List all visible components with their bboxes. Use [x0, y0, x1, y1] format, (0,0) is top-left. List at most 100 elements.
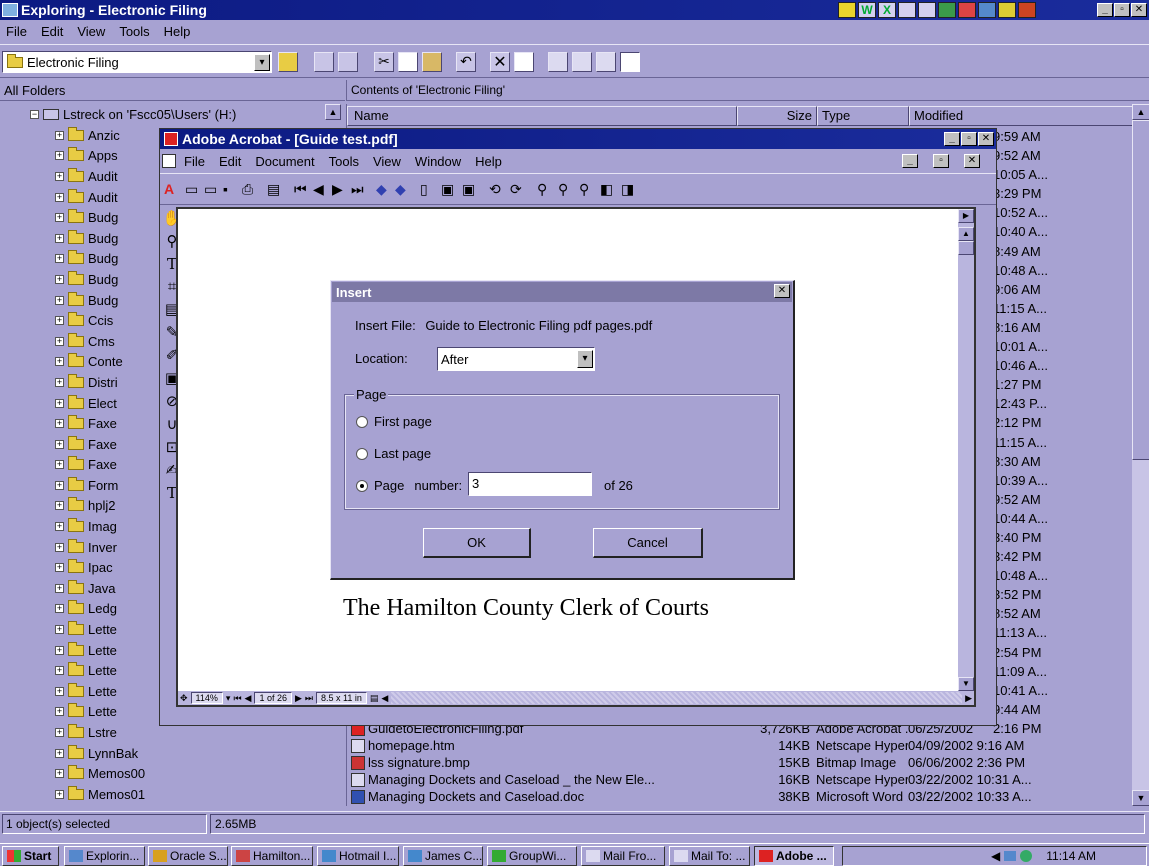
- fit-width-icon[interactable]: ▣: [462, 181, 480, 198]
- expand-icon[interactable]: +: [55, 645, 64, 655]
- cancel-button[interactable]: Cancel: [593, 528, 703, 558]
- expand-icon[interactable]: +: [55, 728, 64, 738]
- close-button[interactable]: ✕: [1131, 3, 1147, 17]
- next-page-icon[interactable]: ▶: [332, 181, 348, 198]
- expand-icon[interactable]: +: [55, 213, 64, 223]
- expand-icon[interactable]: +: [55, 522, 64, 532]
- page-number-input[interactable]: 3: [468, 472, 592, 496]
- globe-icon[interactable]: [1020, 850, 1033, 862]
- large-icons-view-icon[interactable]: [548, 52, 568, 72]
- expand-icon[interactable]: ✥: [180, 693, 188, 704]
- quicklaunch-icon[interactable]: [938, 2, 956, 18]
- task-groupwise[interactable]: GroupWi...: [487, 846, 577, 866]
- doc-minimize-button[interactable]: _: [902, 154, 918, 168]
- expand-icon[interactable]: +: [55, 769, 64, 779]
- chevron-down-icon[interactable]: ▾: [577, 350, 593, 368]
- pdf-scroll-up-button[interactable]: ▲: [958, 227, 974, 241]
- last-page-icon[interactable]: ⏭: [351, 181, 367, 198]
- menu-tools[interactable]: Tools: [119, 24, 149, 39]
- quicklaunch-icon[interactable]: [958, 2, 976, 18]
- file-row[interactable]: lss signature.bmp 15KB Bitmap Image 06/06/2…: [351, 754, 1139, 771]
- expand-icon[interactable]: +: [55, 604, 64, 614]
- save-icon[interactable]: ▪: [223, 181, 239, 197]
- last-page-radio[interactable]: [356, 447, 368, 460]
- hscroll-right-icon[interactable]: ▶: [965, 693, 972, 704]
- pdf-scroll-up[interactable]: ▶: [958, 209, 974, 223]
- expand-icon[interactable]: +: [55, 398, 64, 408]
- quicklaunch-icon[interactable]: W: [858, 2, 876, 18]
- acrobat-menu-window[interactable]: Window: [415, 154, 461, 169]
- expand-icon[interactable]: +: [55, 480, 64, 490]
- menu-edit[interactable]: Edit: [41, 24, 63, 39]
- folder-tree-item[interactable]: + Memos01: [55, 784, 345, 805]
- volume-icon[interactable]: ◀: [991, 849, 1000, 863]
- acrobat-menu-document[interactable]: Document: [255, 154, 314, 169]
- file-row[interactable]: homepage.htm 14KB Netscape Hyper...04/09/2…: [351, 737, 1139, 754]
- actual-size-icon[interactable]: ▯: [420, 181, 438, 198]
- expand-icon[interactable]: +: [55, 707, 64, 717]
- file-row[interactable]: Managing Dockets and Caseload _ the New …: [351, 771, 1139, 788]
- acrobat-menu-help[interactable]: Help: [475, 154, 502, 169]
- expand-icon[interactable]: +: [55, 357, 64, 367]
- find-icon[interactable]: ⚲: [537, 181, 555, 198]
- hscroll-left-icon[interactable]: ◀: [381, 693, 388, 704]
- details-view-icon[interactable]: [620, 52, 640, 72]
- expand-icon[interactable]: +: [55, 419, 64, 429]
- folder-tree-item[interactable]: +Memos02: [55, 805, 345, 806]
- explorer-title-bar[interactable]: Exploring - Electronic Filing W X _ ▫ ✕: [0, 0, 1149, 20]
- column-type[interactable]: Type: [817, 106, 909, 126]
- acrobat-menu-file[interactable]: File: [184, 154, 205, 169]
- disconnect-drive-icon[interactable]: [338, 52, 358, 72]
- dialog-close-button[interactable]: ✕: [774, 284, 790, 298]
- page-layout-icon[interactable]: ▤: [370, 693, 379, 704]
- page-number-option[interactable]: Page number:: [356, 478, 462, 493]
- acrobat-menu-view[interactable]: View: [373, 154, 401, 169]
- page-number-radio[interactable]: [356, 479, 368, 492]
- rotate-right-icon[interactable]: ⟳: [510, 181, 528, 198]
- pdf-horizontal-scrollbar[interactable]: [391, 692, 963, 704]
- acrobat-maximize-button[interactable]: ▫: [961, 132, 977, 146]
- expand-icon[interactable]: +: [55, 274, 64, 284]
- open-web-icon[interactable]: ▭: [204, 181, 220, 198]
- search-icon[interactable]: ⚲: [558, 181, 576, 198]
- expand-icon[interactable]: +: [55, 336, 64, 346]
- pdf-vertical-scrollbar[interactable]: ▶ ▲ ▼: [958, 209, 974, 691]
- expand-icon[interactable]: +: [55, 192, 64, 202]
- list-view-icon[interactable]: [596, 52, 616, 72]
- go-back-icon[interactable]: ◆: [376, 181, 392, 198]
- quicklaunch-icon[interactable]: [898, 2, 916, 18]
- column-name[interactable]: Name: [347, 106, 737, 126]
- pdf-scroll-down-button[interactable]: ▼: [958, 677, 974, 691]
- task-james[interactable]: James C...: [403, 846, 483, 866]
- expand-icon[interactable]: +: [55, 254, 64, 264]
- location-select[interactable]: After ▾: [437, 347, 595, 371]
- expand-icon[interactable]: +: [55, 583, 64, 593]
- address-combo[interactable]: Electronic Filing ▾: [2, 51, 272, 73]
- next-page-mini-icon[interactable]: ▶: [295, 693, 302, 704]
- first-page-icon[interactable]: ⏮: [294, 181, 310, 198]
- cut-icon[interactable]: ✂: [374, 52, 394, 72]
- acrobat-close-button[interactable]: ✕: [978, 132, 994, 146]
- map-drive-icon[interactable]: [314, 52, 334, 72]
- doc-close-button[interactable]: ✕: [964, 154, 980, 168]
- pdf-scroll-thumb[interactable]: [958, 241, 974, 255]
- last-page-option[interactable]: Last page: [356, 446, 431, 461]
- up-folder-icon[interactable]: [278, 52, 298, 72]
- undo-icon[interactable]: ↶: [456, 52, 476, 72]
- quicklaunch-icon[interactable]: [1018, 2, 1036, 18]
- expand-icon[interactable]: +: [55, 501, 64, 511]
- expand-icon[interactable]: +: [55, 686, 64, 696]
- open-icon[interactable]: ▭: [185, 181, 201, 198]
- quicklaunch-icon[interactable]: [998, 2, 1016, 18]
- doc-restore-button[interactable]: ▫: [933, 154, 949, 168]
- expand-icon[interactable]: +: [55, 377, 64, 387]
- copy-icon[interactable]: [398, 52, 418, 72]
- ok-button[interactable]: OK: [423, 528, 531, 558]
- task-mail-from[interactable]: Mail Fro...: [581, 846, 665, 866]
- prev-page-icon[interactable]: ◀: [313, 181, 329, 198]
- acrobat-minimize-button[interactable]: _: [944, 132, 960, 146]
- prev-page-mini-icon[interactable]: ◀: [245, 693, 252, 704]
- show-navigation-icon[interactable]: ▤: [267, 181, 285, 198]
- quicklaunch-icon[interactable]: [918, 2, 936, 18]
- expand-icon[interactable]: +: [55, 666, 64, 676]
